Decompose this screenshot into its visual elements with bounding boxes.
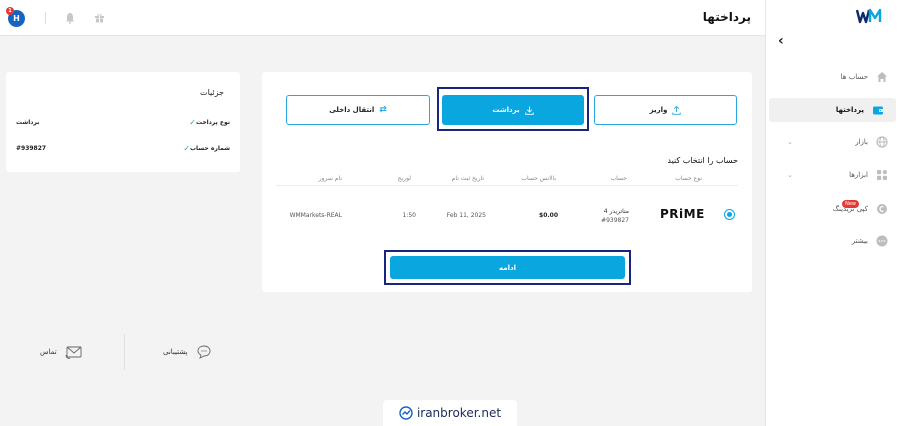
new-badge: New — [842, 200, 859, 208]
account-balance: $0.00 — [539, 212, 558, 219]
column-header-account-type: نوع حساب — [675, 175, 702, 182]
contact-link[interactable]: تماس — [40, 344, 83, 360]
column-header-account: حساب — [610, 175, 627, 182]
footer-divider — [124, 334, 125, 370]
contact-label: تماس — [40, 348, 57, 356]
copy-trading-icon — [877, 204, 887, 214]
bell-icon[interactable] — [65, 12, 75, 24]
upload-icon — [672, 105, 682, 115]
sidebar-item-label: حساب ها — [840, 73, 868, 81]
top-bar: پرداختها H 1 — [0, 0, 765, 36]
sidebar-item-label: بازار — [855, 138, 868, 146]
iranbroker-logo-icon — [399, 406, 413, 420]
gift-icon[interactable] — [94, 12, 105, 23]
deposit-button[interactable]: واریز — [594, 95, 737, 125]
continue-button[interactable]: ادامه — [390, 256, 625, 279]
chat-support-icon — [198, 345, 211, 359]
more-icon — [876, 235, 888, 247]
account-radio[interactable] — [724, 209, 735, 220]
chevron-down-icon: ⌄ — [787, 138, 793, 146]
withdraw-button[interactable]: برداشت — [442, 95, 584, 125]
column-header-leverage: لوریج — [397, 175, 411, 182]
globe-icon — [876, 136, 888, 148]
sidebar-item-accounts[interactable]: حساب ها — [773, 65, 900, 89]
detail-row-payment-type: برداشت نوع پرداخت ✓ — [16, 115, 230, 129]
avatar-letter: H — [13, 14, 20, 23]
select-account-title: حساب را انتخاب کنید — [667, 156, 738, 165]
server-name: WMMarkets-REAL — [289, 212, 342, 219]
withdraw-label: برداشت — [492, 106, 520, 114]
registration-date: Feb 11, 2025 — [446, 212, 486, 219]
account-name: متاتریدر 4 — [603, 208, 629, 215]
detail-value: برداشت — [16, 118, 40, 126]
account-number: #939827 — [601, 217, 629, 224]
leverage-value: 1:50 — [402, 212, 416, 219]
sidebar-item-label: بیشتر — [851, 237, 868, 245]
check-icon: ✓ — [189, 117, 196, 127]
detail-key: شماره حساب ✓ — [177, 144, 230, 153]
internal-transfer-label: انتقال داخلی — [329, 106, 375, 114]
sidebar-item-label: پرداختها — [835, 106, 864, 114]
top-divider — [45, 12, 46, 24]
table-divider — [276, 185, 738, 186]
details-title: جزئیات — [200, 88, 224, 97]
sidebar-item-market[interactable]: ⌄ بازار — [773, 130, 900, 154]
support-label: پشتیبانی — [163, 348, 188, 356]
transfer-icon: ⇄ — [379, 105, 387, 115]
payment-card: انتقال داخلی ⇄ برداشت واریز حساب را انتخ… — [262, 72, 752, 292]
home-icon — [877, 72, 887, 82]
detail-key: نوع پرداخت ✓ — [183, 118, 230, 127]
support-link[interactable]: پشتیبانی — [163, 344, 213, 360]
sidebar-item-more[interactable]: بیشتر — [773, 229, 900, 253]
detail-key-label: شماره حساب — [190, 144, 230, 152]
sidebar: ‹ حساب ها پرداختها ⌄ بازار ⌄ ابزارها کپی… — [765, 0, 900, 426]
account-type-logo: PRiME — [660, 207, 705, 221]
column-header-registration-date: تاریخ ثبت نام — [451, 175, 484, 182]
wallet-icon — [873, 106, 883, 115]
collapse-sidebar-button[interactable]: ‹ — [778, 34, 784, 48]
detail-key-label: نوع پرداخت — [196, 118, 230, 126]
details-card: جزئیات برداشت نوع پرداخت ✓ #939827 شماره… — [6, 72, 240, 172]
detail-value: #939827 — [16, 144, 47, 152]
sidebar-item-tools[interactable]: ⌄ ابزارها — [773, 163, 900, 187]
detail-row-account-number: #939827 شماره حساب ✓ — [16, 141, 230, 155]
watermark-text: iranbroker.net — [416, 406, 502, 420]
avatar[interactable]: H 1 — [6, 7, 25, 27]
internal-transfer-button[interactable]: انتقال داخلی ⇄ — [286, 95, 430, 125]
check-icon: ✓ — [183, 143, 191, 153]
watermark: iranbroker.net — [383, 400, 517, 426]
deposit-label: واریز — [649, 106, 668, 114]
column-header-balance: بالانس حساب — [521, 175, 556, 182]
tools-icon — [877, 170, 887, 180]
wm-logo — [856, 8, 882, 24]
sidebar-item-label: ابزارها — [849, 171, 868, 179]
sidebar-item-payments[interactable]: پرداختها — [769, 98, 896, 122]
chevron-down-icon: ⌄ — [787, 171, 793, 179]
notification-count-badge: 1 — [6, 7, 14, 15]
sidebar-item-copy-trading[interactable]: کپی تریدینگ New — [773, 197, 900, 221]
page-title: پرداختها — [702, 10, 751, 24]
column-header-server: نام سرور — [318, 175, 342, 182]
phone-mail-icon — [65, 346, 82, 359]
download-icon — [524, 106, 534, 115]
